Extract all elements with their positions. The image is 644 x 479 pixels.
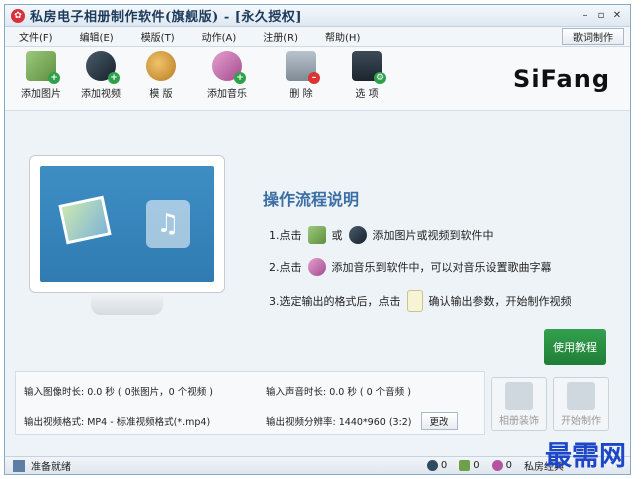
- info-panel: 输入图像时长: 0.0 秒 ( 0张图片，0 个视频 ) 输入声音时长: 0.0…: [15, 371, 485, 435]
- resolution-value: 1440*960 (3:2): [338, 417, 412, 428]
- close-button[interactable]: ✕: [610, 9, 624, 23]
- menu-file[interactable]: 文件(F): [19, 29, 53, 44]
- add-video-icon[interactable]: [348, 226, 367, 244]
- delete-button[interactable]: – 删 除: [271, 51, 331, 100]
- output-resolution: 输出视频分辨率: 1440*960 (3:2) 更改: [266, 412, 458, 430]
- menu-edit[interactable]: 编辑(E): [80, 29, 114, 44]
- image-count-value: 0: [473, 460, 480, 471]
- tutorial-button[interactable]: 使用教程: [544, 329, 606, 365]
- music-note-icon: ♫: [146, 200, 190, 248]
- status-text: 准备就绪: [31, 462, 71, 473]
- music-count: 0: [491, 460, 512, 471]
- video-count: 0: [426, 460, 448, 471]
- step-3: 3.选定输出的格式后，点击 确认输出参数，开始制作视频: [269, 290, 572, 312]
- menu-bar: 文件(F) 编辑(E) 模版(T) 动作(A) 注册(R) 帮助(H) 歌词制作: [5, 27, 630, 47]
- picture-icon: [459, 460, 471, 471]
- add-music-label: 添加音乐: [207, 89, 247, 100]
- image-duration: 输入图像时长: 0.0 秒 ( 0张图片，0 个视频 ): [24, 384, 213, 398]
- image-duration-value: 0.0 秒 ( 0张图片，0 个视频 ): [87, 387, 213, 398]
- step-1-suffix: 添加图片或视频到软件中: [372, 229, 494, 242]
- add-music-icon: +: [212, 51, 246, 84]
- video-icon: [426, 460, 438, 471]
- audio-duration-label: 输入声音时长:: [266, 387, 327, 398]
- audio-duration: 输入声音时长: 0.0 秒 ( 0 个音频 ): [266, 384, 411, 398]
- add-picture-icon[interactable]: [307, 226, 326, 244]
- add-picture-icon: +: [26, 51, 60, 84]
- start-making-button[interactable]: 开始制作: [553, 377, 609, 431]
- delete-label: 删 除: [289, 89, 313, 100]
- minimize-button[interactable]: –: [578, 9, 592, 23]
- delete-trash-icon: –: [286, 51, 320, 84]
- window-title: 私房电子相册制作软件(旗舰版) - [永久授权]: [30, 10, 303, 25]
- options-button[interactable]: ⚙ 选 项: [337, 51, 397, 100]
- step-2: 2.点击 添加音乐到软件中，可以对音乐设置歌曲字幕: [269, 258, 552, 276]
- menu-register[interactable]: 注册(R): [263, 29, 298, 44]
- step-3-suffix: 确认输出参数，开始制作视频: [428, 295, 572, 308]
- add-music-button[interactable]: + 添加音乐: [197, 51, 257, 100]
- add-music-icon[interactable]: [307, 258, 326, 276]
- video-count-value: 0: [440, 460, 448, 471]
- output-format-label: 输出视频格式:: [24, 417, 85, 428]
- add-video-icon: +: [86, 51, 120, 84]
- window-controls: – ▫ ✕: [578, 9, 630, 23]
- photo-icon: [58, 195, 112, 245]
- add-video-label: 添加视频: [81, 89, 121, 100]
- sifang-logo: SiFang: [513, 65, 610, 93]
- main-panel: ♫ 操作流程说明 1.点击 或 添加图片或视频到软件中 2.点击 添加音乐到软件…: [5, 113, 630, 371]
- step-1: 1.点击 或 添加图片或视频到软件中: [269, 226, 494, 244]
- title-bar[interactable]: ✿ 私房电子相册制作软件(旗舰版) - [永久授权] – ▫ ✕: [5, 5, 630, 27]
- step-1-or: 或: [331, 229, 343, 242]
- monitor-stand: [91, 293, 163, 315]
- change-button[interactable]: 更改: [420, 412, 458, 430]
- app-logo-icon: ✿: [11, 8, 25, 23]
- template-button[interactable]: 模 版: [131, 51, 191, 100]
- menu-action[interactable]: 动作(A): [202, 29, 237, 44]
- image-count: 0: [459, 460, 480, 471]
- menu-template[interactable]: 模版(T): [141, 29, 175, 44]
- album-decorate-label: 相册装饰: [499, 416, 539, 427]
- step-2-suffix: 添加音乐到软件中，可以对音乐设置歌曲字幕: [331, 261, 552, 274]
- add-video-button[interactable]: + 添加视频: [71, 51, 131, 100]
- watermark: 最需网: [545, 441, 626, 472]
- options-label: 选 项: [355, 89, 379, 100]
- step-1-prefix: 1.点击: [269, 229, 302, 242]
- status-bars-icon: [13, 459, 25, 472]
- monitor-illustration: ♫: [29, 155, 225, 293]
- decorate-icon: [505, 382, 533, 410]
- music-icon: [491, 460, 503, 471]
- add-picture-button[interactable]: + 添加图片: [11, 51, 71, 100]
- lyric-button[interactable]: 歌词制作: [562, 28, 624, 45]
- toolbar: + 添加图片 + 添加视频 模 版 + 添加音乐 – 删 除 ⚙ 选 项 SiF…: [5, 47, 630, 111]
- add-picture-label: 添加图片: [21, 89, 61, 100]
- options-icon: ⚙: [352, 51, 386, 84]
- step-2-prefix: 2.点击: [269, 261, 302, 274]
- app-window: ✿ 私房电子相册制作软件(旗舰版) - [永久授权] – ▫ ✕ 文件(F) 编…: [4, 4, 631, 475]
- output-format: 输出视频格式: MP4 - 标准视频格式(*.mp4): [24, 414, 210, 428]
- status-bar: 准备就绪 0 0 0 私房经典: [5, 456, 630, 474]
- output-format-value: MP4 - 标准视频格式(*.mp4): [87, 417, 211, 428]
- image-duration-label: 输入图像时长:: [24, 387, 85, 398]
- template-palette-icon: [146, 51, 176, 81]
- music-count-value: 0: [505, 460, 512, 471]
- start-making-label: 开始制作: [561, 416, 601, 427]
- maximize-button[interactable]: ▫: [594, 9, 608, 23]
- template-label: 模 版: [149, 89, 173, 100]
- step-3-prefix: 3.选定输出的格式后，点击: [269, 295, 401, 308]
- monitor-screen: ♫: [40, 166, 214, 282]
- resolution-label: 输出视频分辨率:: [266, 417, 336, 428]
- audio-duration-value: 0.0 秒 ( 0 个音频 ): [329, 387, 411, 398]
- flow-title: 操作流程说明: [263, 190, 360, 209]
- menu-help[interactable]: 帮助(H): [325, 29, 360, 44]
- start-zip-icon: [567, 382, 595, 410]
- album-decorate-button[interactable]: 相册装饰: [491, 377, 547, 431]
- zip-file-icon[interactable]: [406, 290, 423, 312]
